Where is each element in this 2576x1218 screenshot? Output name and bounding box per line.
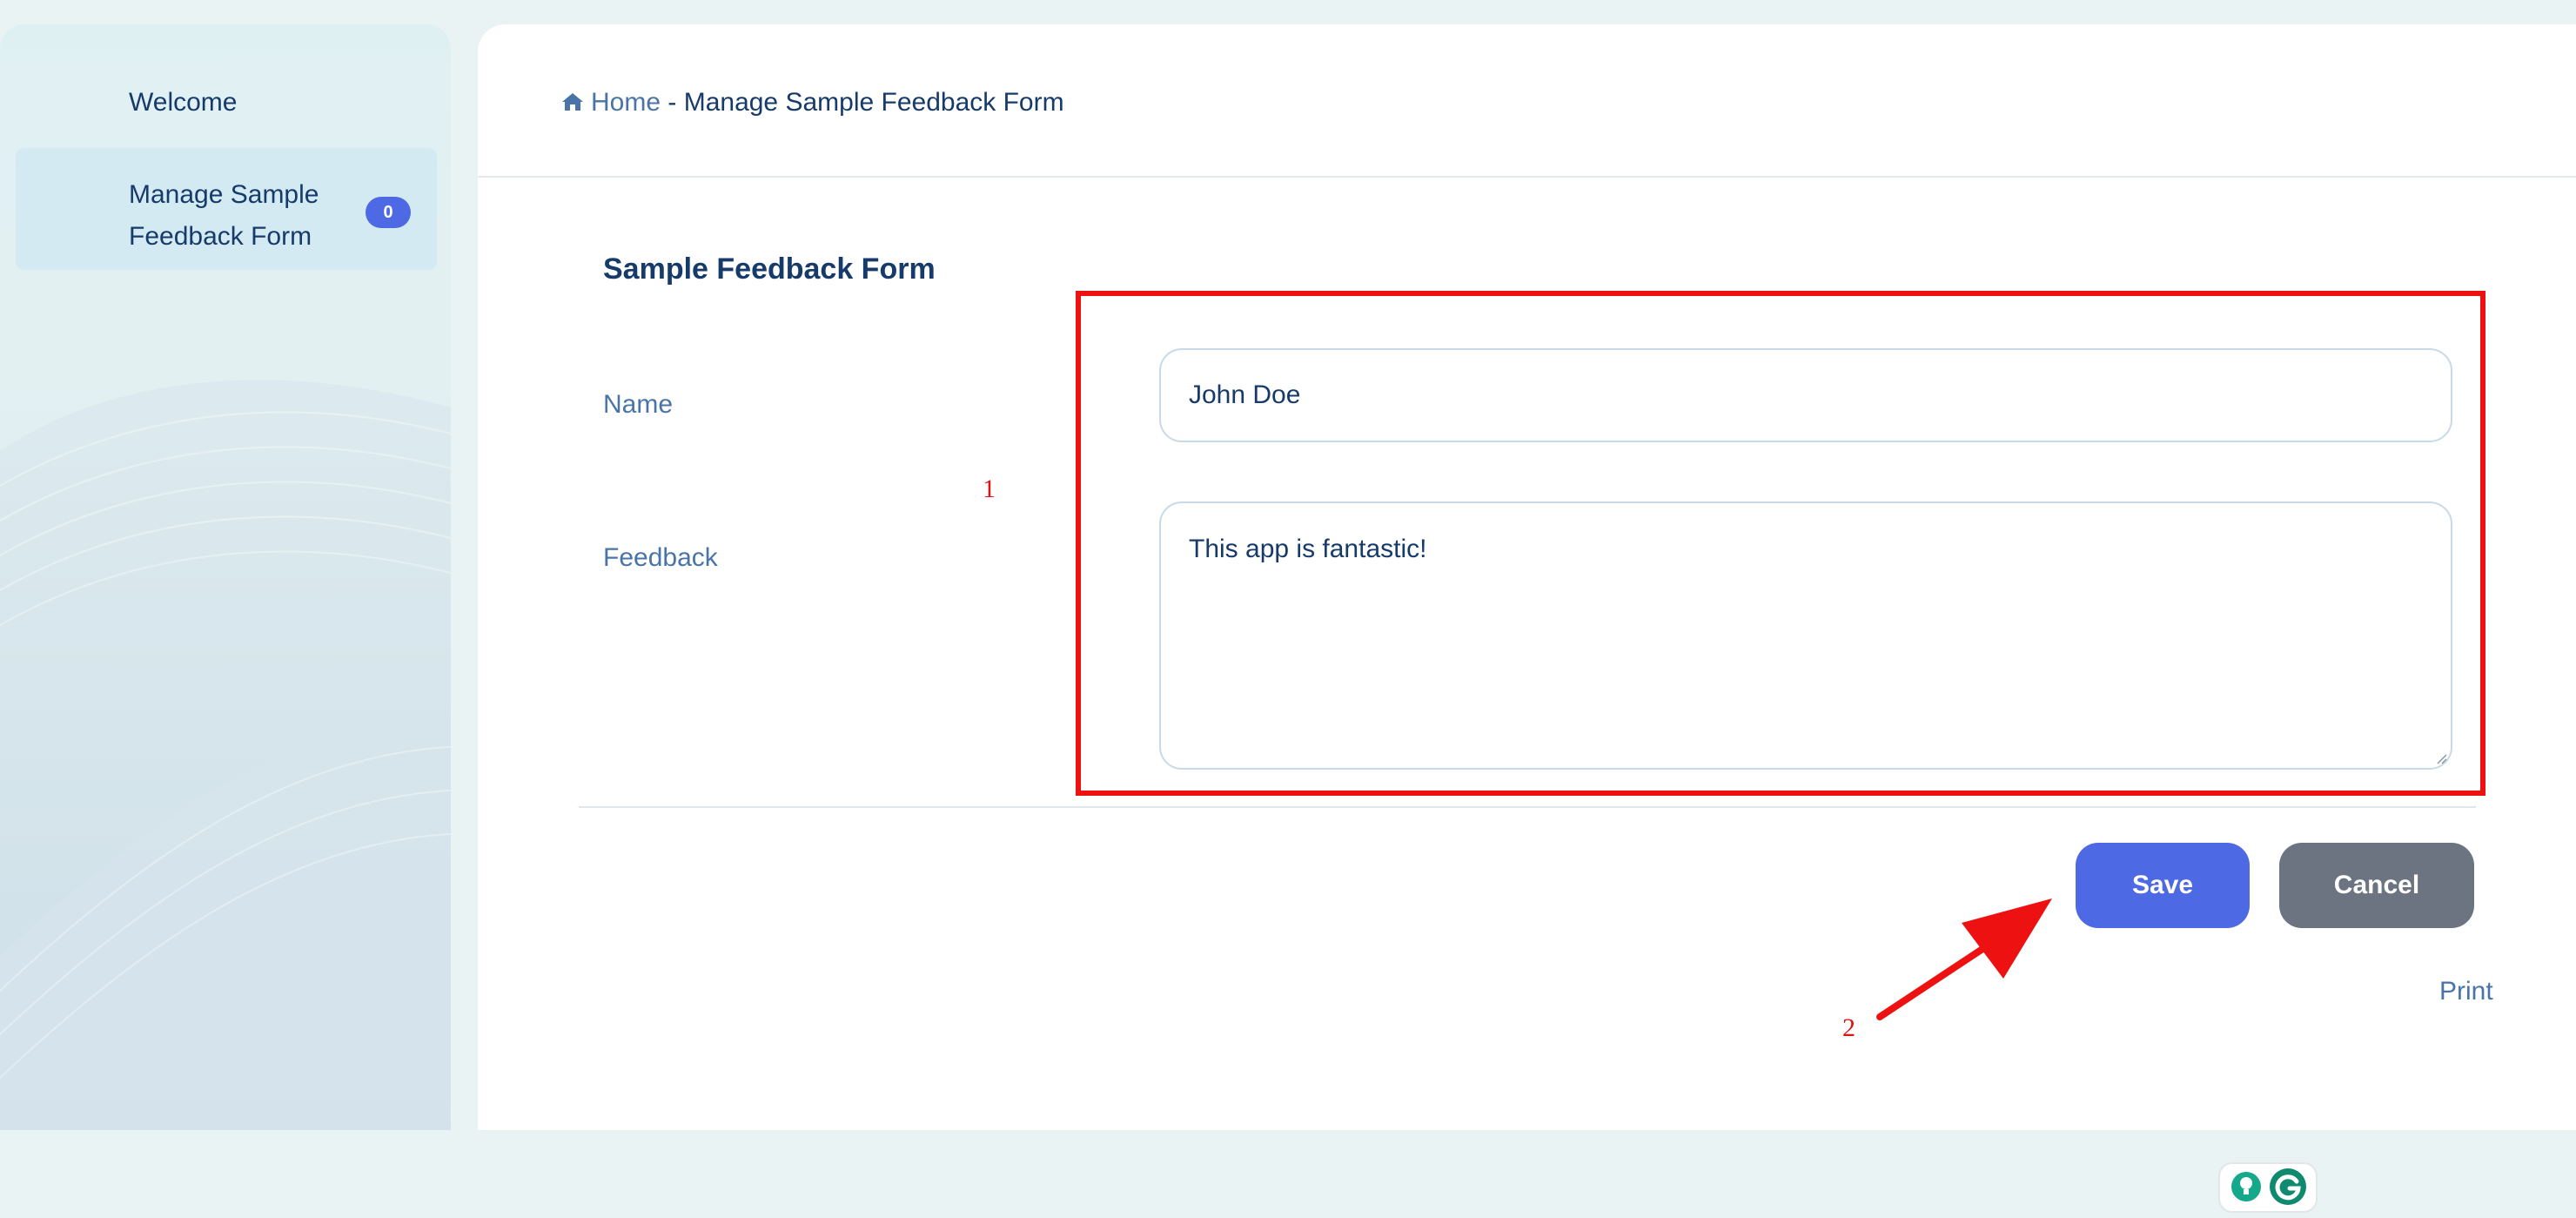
annotation-highlight-box bbox=[1076, 291, 2485, 796]
save-button[interactable]: Save bbox=[2076, 843, 2250, 928]
annotation-arrow-icon bbox=[1876, 898, 2052, 1020]
sidebar-background-image bbox=[0, 380, 451, 1130]
cancel-button[interactable]: Cancel bbox=[2279, 843, 2474, 928]
grammarly-icon bbox=[2270, 1168, 2306, 1205]
sidebar-item-manage-sample-feedback-form[interactable]: Manage Sample Feedback Form 0 bbox=[16, 148, 437, 270]
breadcrumb-current: Manage Sample Feedback Form bbox=[683, 88, 1064, 117]
breadcrumb: Home - Manage Sample Feedback Form bbox=[561, 84, 1064, 124]
feedback-label: Feedback bbox=[603, 543, 718, 572]
annotation-label-1: 1 bbox=[983, 474, 996, 503]
form-divider bbox=[579, 806, 2476, 808]
form-title: Sample Feedback Form bbox=[603, 252, 936, 286]
grammarly-widget[interactable] bbox=[2218, 1162, 2318, 1213]
sidebar-item-label: Welcome bbox=[129, 88, 238, 117]
header-divider bbox=[478, 176, 2576, 178]
sidebar-item-welcome[interactable]: Welcome bbox=[16, 77, 437, 129]
sidebar: Welcome Manage Sample Feedback Form 0 bbox=[0, 24, 451, 1130]
name-label: Name bbox=[603, 390, 674, 419]
print-link[interactable]: Print bbox=[2439, 977, 2493, 1006]
home-icon[interactable] bbox=[561, 85, 584, 124]
annotation-label-2: 2 bbox=[1842, 1013, 1855, 1042]
breadcrumb-separator: - bbox=[661, 88, 684, 117]
count-badge: 0 bbox=[366, 197, 411, 228]
lightbulb-icon bbox=[2231, 1172, 2261, 1201]
breadcrumb-home-link[interactable]: Home bbox=[591, 88, 661, 117]
